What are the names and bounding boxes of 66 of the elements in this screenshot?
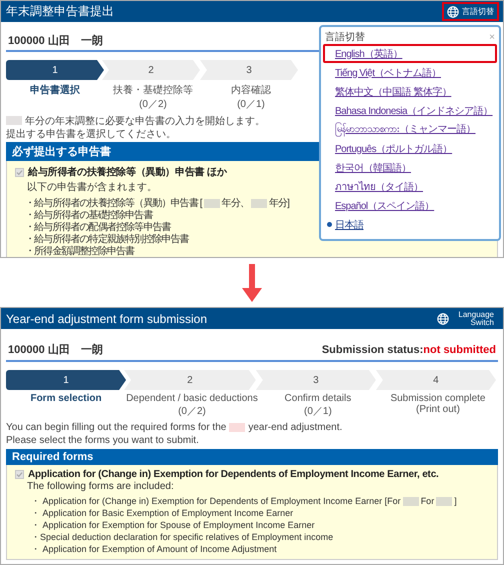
language-option[interactable]: 한국어（韓国語） — [323, 158, 497, 177]
status-label: Submission status: — [322, 344, 424, 356]
form-list-item: ・給与所得者の配偶者控除等申告書 — [25, 220, 171, 234]
form-list-item: ・所得金額調整控除申告書 — [25, 244, 134, 257]
form-list-item: ・ Application for Basic Exemption of Employment Income Earner — [31, 506, 294, 520]
language-option[interactable]: 繁体中文（中国語 繁体字） — [323, 82, 497, 101]
step-label: 扶養・基礎控除等 — [113, 84, 193, 97]
step-count: (0／2) — [178, 405, 206, 418]
form-list-item: 年分、 — [222, 197, 249, 210]
language-option[interactable]: Bahasa Indonesia（インドネシア語） — [323, 101, 497, 120]
step-indicator: 3 — [256, 370, 376, 390]
step-indicator: 4 — [376, 370, 496, 390]
selected-dot — [327, 222, 332, 227]
globe-icon — [437, 312, 449, 324]
step-label: Submission complete — [390, 393, 486, 404]
step-indicator: 2 — [102, 60, 200, 80]
language-option[interactable]: Español（スペイン語） — [323, 196, 497, 215]
step-indicator: 2 — [124, 370, 256, 390]
step-label: 内容確認 — [231, 84, 271, 97]
step-label: Confirm details — [284, 393, 352, 404]
intro-text: You can begin filling out the required forms for the — [6, 422, 226, 433]
intro-text: 提出する申告書を選択してください。 — [6, 128, 176, 140]
language-switch-button[interactable]: 言語切替 — [442, 2, 499, 21]
form-list-item: ・給与所得者の基礎控除申告書 — [25, 208, 152, 222]
form-title: 給与所得者の扶養控除等（異動）申告書 ほか — [28, 166, 227, 179]
language-option[interactable]: Português（ポルトガル語） — [323, 139, 497, 158]
form-list-item: For — [420, 496, 434, 506]
step-count: (0／2) — [139, 98, 167, 111]
language-option[interactable]: Tiếng Việt（ベトナム語） — [323, 63, 497, 82]
section-header: Required forms — [6, 449, 498, 465]
step-indicator: 1 — [6, 60, 104, 80]
intro-text: Please select the forms you want to submit. — [6, 435, 199, 446]
step-label: Form selection — [30, 393, 102, 404]
menu-title: 言語切替 — [325, 30, 365, 44]
step-label: Dependent / basic deductions — [126, 393, 258, 404]
form-list-item: ・ Application for (Change in) Exemption for Dependents of Employment Income Earner [For — [31, 494, 401, 508]
page-title: 年末調整申告書提出 — [6, 3, 114, 20]
language-option[interactable]: English（英語） — [323, 44, 497, 63]
step-indicator: 1 — [6, 370, 126, 390]
step-count: (0／1) — [237, 98, 265, 111]
user-name: 100000 山田 一朗 — [8, 34, 103, 48]
form-list-item: 年分] — [268, 197, 290, 210]
intro-text: 年分の年末調整に必要な申告書の入力を開始します。 — [25, 114, 265, 128]
form-list-item: ・Special deduction declaration for specific relatives of Employment income — [31, 530, 334, 544]
form-subtitle: 以下の申告書が含まれます。 — [26, 180, 157, 194]
step-count: (0／1) — [304, 405, 332, 418]
status-value: not submitted — [423, 344, 496, 356]
form-list-item: ] — [454, 496, 457, 506]
step-indicator: 3 — [200, 60, 298, 80]
form-list-item: ・ Application for Exemption of Amount of Income Adjustment — [31, 542, 277, 556]
form-title: Application for (Change in) Exemption for Dependents of Employment Income Earner, etc. — [28, 469, 439, 480]
form-list-item: ・給与所得者の特定親族特別控除申告書 — [25, 232, 189, 246]
form-subtitle: The following forms are included: — [26, 481, 174, 492]
step-count: (Print out) — [416, 404, 460, 415]
form-list-item: ・ Application for Exemption for Spouse of Employment Income Earner — [31, 518, 315, 532]
language-option[interactable]: မြန်မာဘာသာစကား（ミャンマー語） — [323, 120, 497, 139]
globe-icon — [447, 6, 459, 18]
language-switch-button[interactable]: Language Switch — [432, 309, 499, 328]
intro-text: year-end adjustment. — [248, 422, 342, 433]
form-list-item: ・給与所得者の扶養控除等（異動）申告書 [ — [25, 196, 202, 210]
down-arrow-icon — [242, 264, 262, 302]
step-label: 申告書選択 — [30, 84, 80, 97]
language-option[interactable]: 日本語 — [323, 215, 497, 234]
user-name: 100000 山田 一朗 — [8, 342, 103, 357]
page-title: Year-end adjustment form submission — [6, 312, 207, 326]
language-option[interactable]: ภาษาไทย（タイ語） — [323, 177, 497, 196]
